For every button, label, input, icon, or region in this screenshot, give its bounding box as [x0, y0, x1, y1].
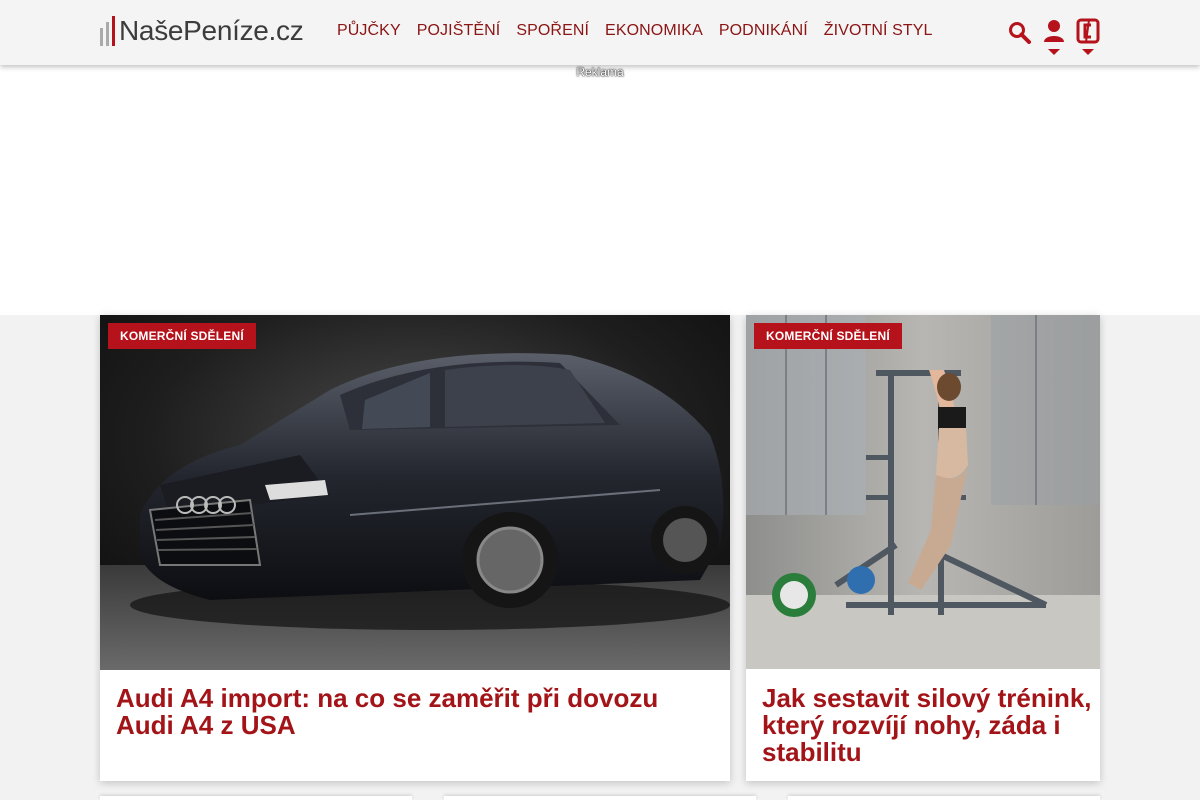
nav-item-pujcky[interactable]: PŮJČKY [337, 22, 401, 40]
chevron-down-icon [1082, 49, 1094, 55]
article-card-stub [444, 796, 756, 800]
article-title[interactable]: Audi A4 import: na co se zaměřit při dov… [116, 685, 716, 739]
commercial-badge: KOMERČNÍ SDĚLENÍ [108, 323, 256, 349]
search-button[interactable] [1008, 18, 1032, 58]
site-header: NašePeníze.cz PŮJČKY POJIŠTĚNÍ SPOŘENÍ E… [0, 0, 1200, 65]
article-card-stub [100, 796, 412, 800]
phone-icon [1076, 18, 1100, 44]
article-card[interactable]: KOMERČNÍ SDĚLENÍ Audi A4 import: na co s… [100, 315, 730, 781]
ad-label: Reklama [576, 65, 624, 79]
logo-text: NašePeníze.cz [119, 15, 304, 46]
car-photo [100, 315, 730, 670]
user-menu-button[interactable] [1042, 18, 1066, 58]
header-icons [1008, 18, 1100, 58]
user-icon [1044, 20, 1064, 42]
nav-item-sporeni[interactable]: SPOŘENÍ [516, 22, 589, 40]
article-card[interactable]: KOMERČNÍ SDĚLENÍ Jak sestavit silový tré… [746, 315, 1100, 781]
nav-item-pojisteni[interactable]: POJIŠTĚNÍ [417, 22, 501, 40]
ad-area [0, 65, 1200, 315]
nav-item-podnikani[interactable]: PODNIKÁNÍ [719, 22, 808, 40]
main-nav: PŮJČKY POJIŠTĚNÍ SPOŘENÍ EKONOMIKA PODNI… [337, 22, 933, 40]
article-title[interactable]: Jak sestavit silový trénink, který rozví… [762, 685, 1092, 766]
gym-photo [746, 315, 1100, 669]
chevron-down-icon [1048, 49, 1060, 55]
nav-item-ekonomika[interactable]: EKONOMIKA [605, 22, 703, 40]
article-card-stub [788, 796, 1100, 800]
nav-item-zivotni-styl[interactable]: ŽIVOTNÍ STYL [824, 22, 933, 40]
search-icon [1009, 22, 1031, 44]
contact-menu-button[interactable] [1076, 18, 1100, 58]
commercial-badge: KOMERČNÍ SDĚLENÍ [754, 323, 902, 349]
logo-bars-icon [100, 16, 115, 46]
site-logo[interactable]: NašePeníze.cz [100, 14, 304, 46]
